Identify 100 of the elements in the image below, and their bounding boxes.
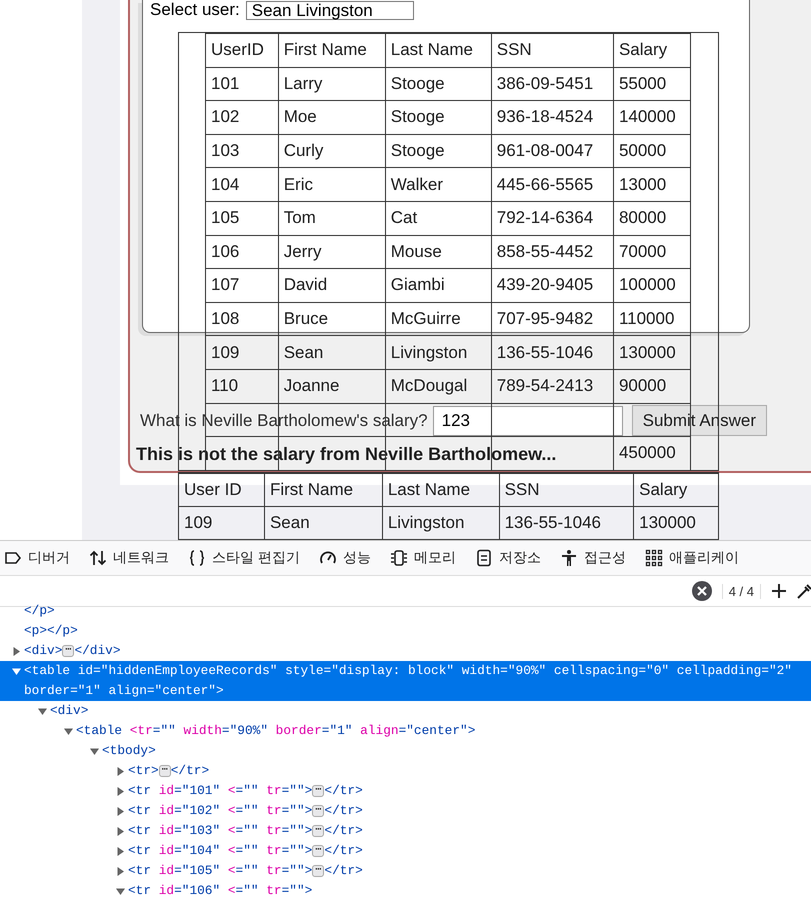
devtools-tab[interactable]: 디버거 [4, 549, 79, 567]
table-cell: Livingston [382, 506, 500, 540]
table-cell: 445-66-5565 [491, 168, 614, 202]
table-cell: 50000 [613, 134, 690, 168]
column-header: SSN [499, 474, 634, 506]
expand-triangle-icon[interactable] [116, 827, 125, 836]
expand-triangle-icon[interactable] [116, 767, 125, 776]
table-cell: Stooge [385, 134, 492, 168]
table-cell: 109 [178, 506, 264, 540]
devtools-tab[interactable]: 저장소 [474, 549, 550, 567]
arrows-icon [89, 549, 107, 567]
table-cell: 55000 [613, 67, 690, 101]
column-header: Salary [613, 34, 690, 68]
table-cell: Livingston [385, 336, 492, 370]
table-cell: 130000 [613, 336, 690, 370]
markup-line[interactable]: <tr id="105" <="" tr=""> ⋯ </tr> [128, 861, 811, 881]
table-cell: Moe [278, 100, 386, 134]
table-cell: Giambi [385, 268, 492, 302]
table-cell: Sean [278, 336, 386, 370]
devtools-tab[interactable]: 스타일 편집기 [188, 549, 309, 567]
table-cell: 90000 [613, 369, 690, 404]
table-cell: 936-18-4524 [491, 100, 614, 134]
table-cell: 858-55-4452 [491, 235, 614, 269]
table-cell: 104 [206, 168, 278, 202]
devtools-tab[interactable]: 네트워크 [89, 549, 178, 567]
devtools-tab[interactable]: 성능 [318, 549, 380, 567]
match-count: 4 / 4 [722, 584, 761, 598]
table-cell: Stooge [385, 67, 492, 101]
eyedropper-icon[interactable] [797, 583, 811, 599]
collapse-triangle-icon[interactable] [90, 747, 99, 756]
markup-line[interactable]: <tr id="101" <="" tr=""> ⋯ </tr> [128, 781, 811, 801]
table-cell: 439-20-9405 [491, 268, 614, 302]
table-cell: 789-54-2413 [491, 369, 614, 404]
markup-line[interactable]: <tr id="103" <="" tr=""> ⋯ </tr> [128, 821, 811, 841]
clear-icon[interactable] [692, 581, 712, 601]
markup-line[interactable]: <tr id="106" <="" tr=""> [128, 881, 811, 901]
expand-triangle-icon[interactable] [116, 847, 125, 856]
table-cell: 109 [206, 336, 278, 370]
markup-line[interactable]: <tr id="102" <="" tr=""> ⋯ </tr> [128, 801, 811, 821]
table-cell: 80000 [613, 201, 690, 236]
devtools-tab[interactable]: 접근성 [560, 549, 635, 567]
markup-line[interactable]: </p> [24, 601, 811, 621]
table-cell: Stooge [385, 100, 492, 134]
table-cell: Larry [278, 67, 386, 101]
select-label: Select user: [150, 0, 240, 20]
table-cell: 106 [206, 235, 278, 269]
column-header: Last Name [385, 34, 492, 68]
answer-field[interactable]: 123 [432, 406, 623, 436]
markup-line[interactable]: <tr id="104" <="" tr=""> ⋯ </tr> [128, 841, 811, 861]
expand-triangle-icon[interactable] [116, 787, 125, 796]
column-header: User ID [178, 474, 264, 506]
markup-line[interactable]: <table <tr="" width="90%" border="1" align="center"> [76, 721, 811, 741]
devtools-tab[interactable]: 애플리케이 [644, 549, 748, 567]
braces-icon [188, 549, 206, 567]
column-header: UserID [206, 34, 278, 68]
table-cell: 70000 [613, 235, 690, 269]
table-cell: 100000 [613, 268, 690, 302]
table-cell: Mouse [385, 235, 492, 269]
expand-triangle-icon[interactable] [12, 647, 21, 656]
user-select[interactable]: Sean Livingston [246, 0, 414, 20]
column-header: SSN [491, 34, 614, 68]
tag-icon [4, 549, 22, 567]
table-cell: 386-09-5451 [491, 67, 614, 101]
column-header: First Name [278, 34, 386, 68]
devtools-tab[interactable]: 메모리 [390, 549, 465, 567]
column-header: First Name [264, 474, 382, 506]
table-cell: McDougal [385, 369, 492, 404]
table-cell: 110000 [613, 302, 690, 336]
markup-line[interactable]: <div> ⋯ </div> [24, 641, 811, 661]
table-cell: Curly [278, 134, 386, 168]
table-cell: Bruce [278, 302, 386, 336]
markup-line[interactable]: <tr> ⋯ </tr> [128, 761, 811, 781]
table-cell: Eric [278, 168, 386, 202]
table-cell: 961-08-0047 [491, 134, 614, 168]
table-cell: 792-14-6364 [491, 201, 614, 236]
markup-line[interactable]: <tbody> [102, 741, 811, 761]
collapse-triangle-icon[interactable] [12, 667, 21, 676]
chip-icon [390, 549, 408, 567]
table-cell: 110 [206, 369, 278, 404]
collapse-triangle-icon[interactable] [64, 727, 73, 736]
table-cell: 102 [206, 100, 278, 134]
add-icon[interactable] [771, 583, 787, 599]
markup-line[interactable]: <p></p> [24, 621, 811, 641]
table-cell: 103 [206, 134, 278, 168]
table-cell: 136-55-1046 [499, 506, 634, 540]
expand-triangle-icon[interactable] [116, 807, 125, 816]
table-cell: McGuirre [385, 302, 492, 336]
table-cell: 108 [206, 302, 278, 336]
table-cell: Jerry [278, 235, 386, 269]
expand-triangle-icon[interactable] [116, 867, 125, 876]
collapse-triangle-icon[interactable] [116, 887, 125, 896]
table-cell: 130000 [634, 506, 718, 540]
markup-line[interactable]: <div> [50, 701, 811, 721]
table-cell: 140000 [613, 100, 690, 134]
collapse-triangle-icon[interactable] [38, 707, 47, 716]
table-cell: 107 [206, 268, 278, 302]
storage-icon [474, 549, 493, 567]
table-cell: 707-95-9482 [491, 302, 614, 336]
table-cell: Sean [264, 506, 382, 540]
table-cell: David [278, 268, 386, 302]
